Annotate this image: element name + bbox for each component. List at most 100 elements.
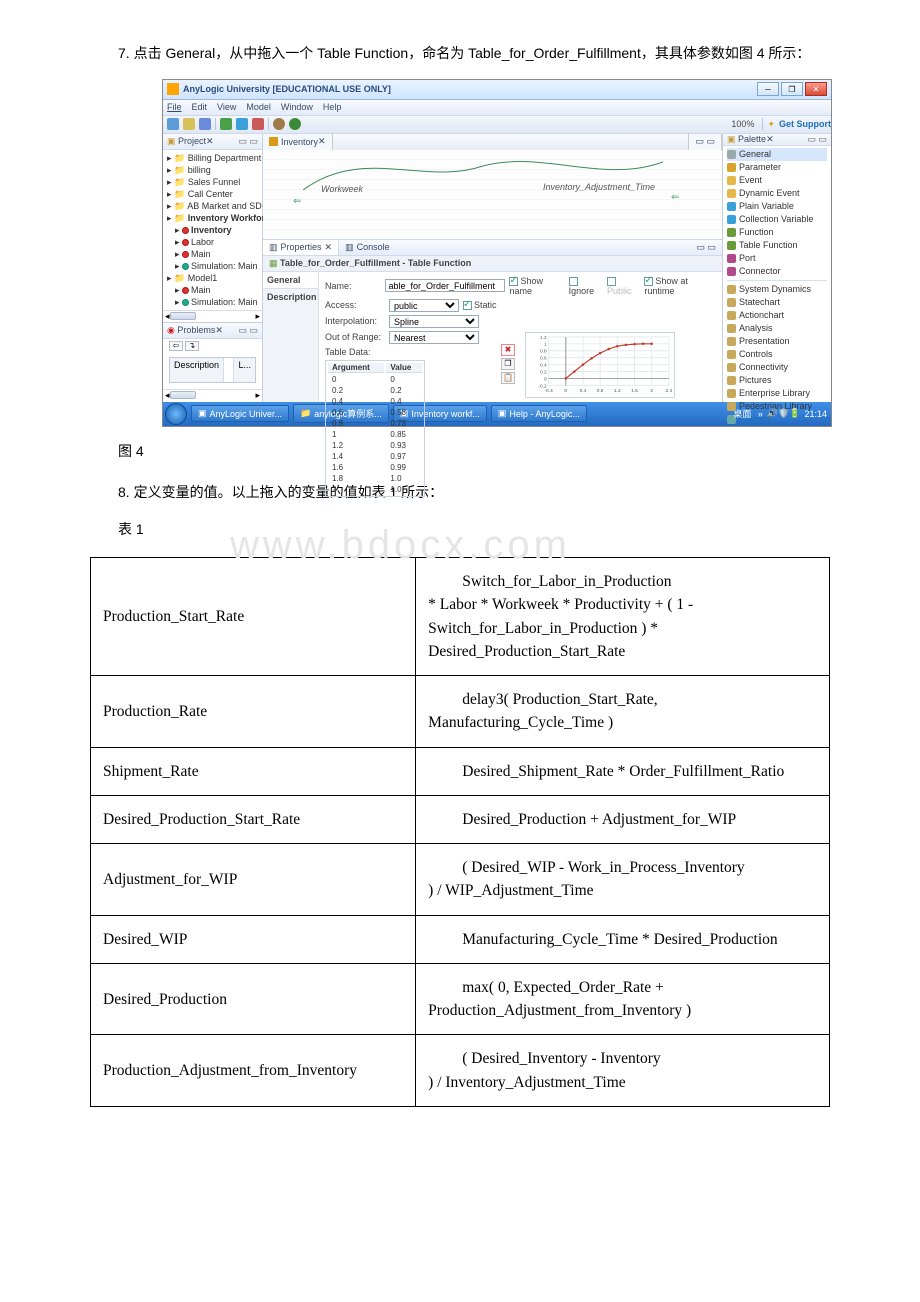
table-row[interactable]: 0.60.58 — [328, 408, 422, 417]
project-node[interactable]: ▸ 📁 billing — [167, 164, 258, 176]
get-support-link[interactable]: Get Support — [779, 119, 831, 129]
table-row[interactable]: 21.0 — [328, 485, 422, 494]
table-row[interactable]: 0.40.4 — [328, 397, 422, 406]
table-row[interactable]: 0.20.2 — [328, 386, 422, 395]
name-input[interactable] — [385, 279, 505, 292]
palette-item[interactable]: Port — [727, 252, 827, 265]
palette-group[interactable]: Analysis — [727, 322, 827, 335]
maximize-button[interactable]: ❐ — [781, 82, 803, 96]
menu-file[interactable]: File — [167, 102, 182, 112]
show-runtime-checkbox[interactable] — [644, 277, 653, 286]
palette-group[interactable]: Statechart — [727, 296, 827, 309]
tab-console[interactable]: ▥ Console — [339, 240, 396, 255]
properties-controls[interactable]: ▭ ▭ — [690, 240, 722, 255]
problems-pane-header[interactable]: ◉ Problems ✕▭ ▭ — [163, 323, 262, 339]
toolbar-build-icon[interactable] — [273, 118, 285, 130]
menu-edit[interactable]: Edit — [192, 102, 208, 112]
project-pane-header[interactable]: ▣ Project ✕▭ ▭ — [163, 134, 262, 150]
table-data-grid[interactable]: ArgumentValue 000.20.20.40.40.60.580.80.… — [325, 360, 425, 497]
palette-pane-header[interactable]: ▣ Palette ✕▭ ▭ — [723, 134, 831, 146]
editor-tab-inventory[interactable]: Inventory ✕ — [263, 134, 333, 150]
project-node[interactable]: ▸ 📁 Sales Funnel — [167, 176, 258, 188]
minimize-button[interactable]: ─ — [757, 82, 779, 96]
menu-model[interactable]: Model — [246, 102, 271, 112]
toolbar-save-icon[interactable] — [199, 118, 211, 130]
svg-text:0.4: 0.4 — [540, 362, 547, 368]
access-select[interactable]: public — [389, 299, 459, 312]
palette-item[interactable]: Connector — [727, 265, 827, 278]
toolbar-run-icon[interactable] — [220, 118, 232, 130]
project-node[interactable]: ▸ Main — [167, 248, 258, 260]
palette-item[interactable]: Event — [727, 174, 827, 187]
table-row[interactable]: 1.20.93 — [328, 441, 422, 450]
project-node[interactable]: ▸ Labor — [167, 236, 258, 248]
problems-scrollbar[interactable]: ◂▸ — [163, 389, 262, 401]
show-name-checkbox[interactable] — [509, 277, 518, 286]
project-node[interactable]: ▸ 📁 Inventory Workforce* — [167, 212, 258, 224]
ignore-checkbox[interactable] — [569, 277, 578, 286]
prop-side-description[interactable]: Description — [263, 289, 318, 305]
menu-window[interactable]: Window — [281, 102, 313, 112]
toolbar-cut-icon[interactable] — [236, 118, 248, 130]
model-canvas[interactable]: Workweek ⇐ Inventory_Adjustment_Time ⇐ — [263, 150, 722, 240]
project-node[interactable]: ▸ 📁 Call Center — [167, 188, 258, 200]
project-scrollbar[interactable]: ◂▸ — [163, 310, 262, 322]
public-checkbox[interactable] — [607, 277, 616, 286]
palette-group[interactable]: Connectivity — [727, 361, 827, 374]
project-node[interactable]: ▸ Simulation: Main — [167, 260, 258, 272]
palette-item[interactable]: General — [727, 148, 827, 161]
taskbar-btn-help[interactable]: ▣Help - AnyLogic... — [491, 405, 587, 422]
zoom-value[interactable]: 100% — [731, 119, 754, 129]
palette-item[interactable]: Dynamic Event — [727, 187, 827, 200]
table-row[interactable]: 1.81.0 — [328, 474, 422, 483]
project-node[interactable]: ▸ 📁 Billing Department — [167, 152, 258, 164]
table-copy-row-button[interactable]: ❐ — [501, 358, 515, 370]
window-titlebar[interactable]: AnyLogic University [EDUCATIONAL USE ONL… — [163, 80, 831, 100]
table-row[interactable]: 1.60.99 — [328, 463, 422, 472]
palette-group[interactable]: Pictures — [727, 374, 827, 387]
toolbar-new-icon[interactable] — [167, 118, 179, 130]
palette-group[interactable]: Presentation — [727, 335, 827, 348]
menu-help[interactable]: Help — [323, 102, 342, 112]
toolbar-play-icon[interactable] — [289, 118, 301, 130]
table-row[interactable]: 1.40.97 — [328, 452, 422, 461]
project-node[interactable]: ▸ 📁 AB Market and SD Su — [167, 200, 258, 212]
problems-description-box[interactable]: Description L... — [169, 357, 256, 383]
table-row[interactable]: 10.85 — [328, 430, 422, 439]
editor-controls[interactable]: ▭ ▭ — [688, 134, 722, 150]
project-node[interactable]: ▸ Main — [167, 284, 258, 296]
project-node[interactable]: ▸ Inventory — [167, 224, 258, 236]
project-node[interactable]: ▸ 📁 Model1 — [167, 272, 258, 284]
interpolation-select[interactable]: Spline — [389, 315, 479, 328]
static-checkbox[interactable] — [463, 301, 472, 310]
palette-item[interactable]: Table Function — [727, 239, 827, 252]
problems-next-button[interactable]: ↴ — [185, 341, 199, 351]
palette-item[interactable]: Parameter — [727, 161, 827, 174]
palette-group[interactable]: Actionchart — [727, 309, 827, 322]
palette-item[interactable]: Collection Variable — [727, 213, 827, 226]
toolbar-stop-icon[interactable] — [252, 118, 264, 130]
start-button[interactable] — [165, 403, 187, 425]
problems-prev-button[interactable]: ⇦ — [169, 341, 183, 351]
palette-item[interactable]: Function — [727, 226, 827, 239]
palette-group[interactable]: System Dynamics — [727, 283, 827, 296]
menu-view[interactable]: View — [217, 102, 236, 112]
taskbar-btn-anylogic[interactable]: ▣AnyLogic Univer... — [191, 405, 289, 422]
close-button[interactable]: ✕ — [805, 82, 827, 96]
palette-group[interactable]: Controls — [727, 348, 827, 361]
table-row[interactable]: 0.80.73 — [328, 419, 422, 428]
toolbar-open-icon[interactable] — [183, 118, 195, 130]
table-delete-row-button[interactable]: ✖ — [501, 344, 515, 356]
out-of-range-select[interactable]: Nearest — [389, 331, 479, 344]
tray-desktop[interactable]: 桌面 — [733, 407, 751, 420]
table-row[interactable]: 00 — [328, 375, 422, 384]
tray-icons[interactable]: 🔊🛡️🔋 — [767, 408, 801, 419]
palette-list[interactable]: GeneralParameterEventDynamic EventPlain … — [723, 146, 831, 428]
prop-side-general[interactable]: General — [263, 272, 318, 289]
project-tree[interactable]: ▸ 📁 Billing Department▸ 📁 billing▸ 📁 Sal… — [163, 150, 262, 310]
palette-group[interactable]: Enterprise Library — [727, 387, 827, 400]
tab-properties[interactable]: ▥ Properties ✕ — [263, 240, 339, 255]
palette-item[interactable]: Plain Variable — [727, 200, 827, 213]
project-node[interactable]: ▸ Simulation: Main — [167, 296, 258, 308]
table-paste-button[interactable]: 📋 — [501, 372, 515, 384]
